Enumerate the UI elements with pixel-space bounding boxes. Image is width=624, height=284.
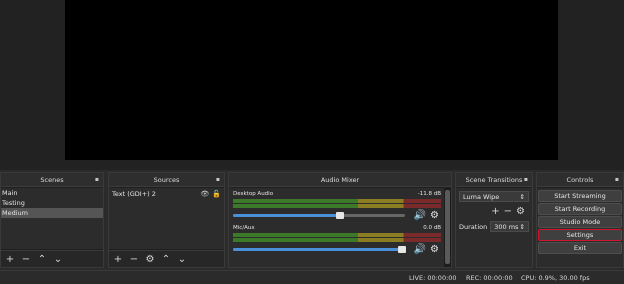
controls-title: Controls	[566, 176, 594, 184]
sources-list[interactable]: Text (GDI+) 2 👁 🔓	[109, 188, 224, 249]
controls-body: Start Streaming Start Recording Studio M…	[537, 188, 623, 267]
float-icon[interactable]: ▪	[615, 173, 619, 187]
remove-icon[interactable]: −	[504, 206, 512, 217]
slider-fill	[233, 214, 340, 217]
move-up-icon[interactable]: ⌃	[159, 252, 173, 266]
gear-icon[interactable]: ⚙	[516, 206, 525, 217]
scenes-dock: Scenes ▪ Main Testing Medium + − ⌃ ⌄	[0, 172, 104, 268]
move-up-icon[interactable]: ⌃	[35, 252, 49, 266]
exit-button[interactable]: Exit	[538, 242, 622, 254]
channel-level: -11.8 dB	[417, 191, 441, 197]
scene-item-medium[interactable]: Medium	[1, 208, 103, 218]
dock-title: Scenes ▪	[1, 173, 103, 187]
duration-label: Duration	[459, 222, 488, 231]
channel-desktop-audio: Desktop Audio -11.8 dB 🔊 ⚙	[231, 190, 443, 224]
float-icon[interactable]: ▪	[95, 173, 99, 187]
move-down-icon[interactable]: ⌄	[175, 252, 189, 266]
transitions-body: Luma Wipe ⇕ + − ⚙ Duration 300 ms ⇕	[456, 188, 532, 267]
scenes-list[interactable]: Main Testing Medium	[1, 188, 103, 249]
start-streaming-button[interactable]: Start Streaming	[538, 190, 622, 202]
scene-item-main[interactable]: Main	[1, 188, 103, 198]
transition-selected: Luma Wipe	[463, 192, 500, 201]
controls-dock: Controls ▪ Start Streaming Start Recordi…	[536, 172, 624, 268]
scenes-toolbar: + − ⌃ ⌄	[1, 250, 103, 267]
move-down-icon[interactable]: ⌄	[51, 252, 65, 266]
slider-knob[interactable]	[397, 246, 406, 253]
dock-title: Audio Mixer	[229, 173, 451, 187]
spinner-icon[interactable]: ⇕	[520, 223, 525, 231]
dock-title: Controls ▪	[537, 173, 623, 187]
dock-title: Scene Transitions ▪	[456, 173, 532, 187]
lock-icon[interactable]: 🔓	[212, 190, 221, 198]
scenes-title: Scenes	[40, 176, 64, 184]
volume-slider[interactable]	[233, 246, 406, 253]
live-timer: LIVE: 00:00:00	[409, 274, 457, 282]
speaker-icon[interactable]: 🔊	[414, 244, 426, 255]
cpu-fps: CPU: 0.9%, 30.00 fps	[521, 274, 590, 282]
add-icon[interactable]: +	[111, 252, 125, 266]
mixer-title: Audio Mixer	[320, 176, 360, 184]
channel-name: Desktop Audio	[233, 191, 274, 197]
slider-fill	[233, 248, 402, 251]
slider-knob[interactable]	[335, 212, 344, 219]
chevron-updown-icon: ⇕	[519, 192, 525, 201]
volume-meter	[233, 204, 441, 208]
speaker-icon[interactable]: 🔊	[414, 210, 426, 221]
mixer-scrollbar[interactable]	[444, 188, 451, 267]
settings-button[interactable]: Settings	[538, 229, 622, 241]
dock-title: Sources ▪	[109, 173, 224, 187]
channel-name: Mic/Aux	[233, 225, 255, 231]
volume-slider[interactable]	[233, 212, 405, 219]
program-preview[interactable]	[65, 0, 558, 160]
float-icon[interactable]: ▪	[216, 173, 220, 187]
channel-level: 0.0 dB	[423, 225, 441, 231]
sources-toolbar: + − ⚙ ⌃ ⌄	[109, 250, 224, 267]
rec-timer: REC: 00:00:00	[466, 274, 513, 282]
duration-input[interactable]: 300 ms ⇕	[490, 221, 529, 232]
preview-area	[0, 0, 624, 170]
source-label: Text (GDI+) 2	[112, 189, 156, 198]
start-recording-button[interactable]: Start Recording	[538, 203, 622, 215]
studio-mode-button[interactable]: Studio Mode	[538, 216, 622, 228]
source-item[interactable]: Text (GDI+) 2 👁 🔓	[109, 188, 224, 199]
scene-transitions-dock: Scene Transitions ▪ Luma Wipe ⇕ + − ⚙ Du…	[455, 172, 533, 268]
mixer-body: Desktop Audio -11.8 dB 🔊 ⚙ Mic/Aux 0.0 d…	[229, 188, 451, 267]
eye-icon[interactable]: 👁	[200, 190, 209, 198]
gear-icon[interactable]: ⚙	[430, 244, 439, 255]
volume-meter	[233, 233, 441, 237]
transitions-title: Scene Transitions	[465, 176, 523, 184]
channel-mic-aux: Mic/Aux 0.0 dB 🔊 ⚙	[231, 224, 443, 258]
duration-value: 300 ms	[494, 222, 519, 231]
audio-mixer-dock: Audio Mixer Desktop Audio -11.8 dB 🔊 ⚙ M…	[228, 172, 452, 268]
gear-icon[interactable]: ⚙	[143, 252, 157, 266]
float-icon[interactable]: ▪	[524, 173, 528, 187]
volume-meter	[233, 199, 441, 203]
volume-meter	[233, 238, 441, 242]
status-bar: LIVE: 00:00:00 REC: 00:00:00 CPU: 0.9%, …	[0, 270, 624, 284]
add-icon[interactable]: +	[491, 206, 499, 217]
add-icon[interactable]: +	[3, 252, 17, 266]
scene-item-testing[interactable]: Testing	[1, 198, 103, 208]
remove-icon[interactable]: −	[127, 252, 141, 266]
sources-title: Sources	[153, 176, 180, 184]
scroll-thumb[interactable]	[445, 190, 450, 264]
sources-dock: Sources ▪ Text (GDI+) 2 👁 🔓 + − ⚙ ⌃ ⌄	[108, 172, 225, 268]
gear-icon[interactable]: ⚙	[430, 210, 439, 221]
remove-icon[interactable]: −	[19, 252, 33, 266]
transition-select[interactable]: Luma Wipe ⇕	[459, 191, 529, 202]
